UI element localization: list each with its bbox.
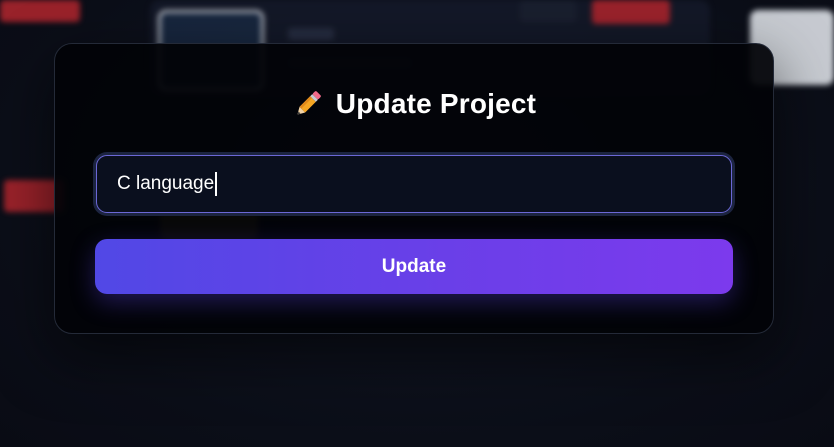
modal-title-text: Update Project: [335, 88, 537, 119]
project-name-input[interactable]: C language: [96, 155, 732, 213]
update-project-modal: Update Project C language Update: [54, 43, 774, 334]
pencil-icon: [292, 88, 324, 120]
text-caret: [215, 172, 217, 196]
project-name-field: C language: [93, 152, 735, 216]
bg-edit-button: [520, 0, 576, 22]
app-page: Update Project C language Update: [0, 0, 834, 447]
project-name-value: C language: [117, 173, 215, 194]
bg-delete-button: [0, 0, 80, 22]
bg-delete-button: [592, 0, 670, 24]
modal-title: Update Project: [55, 88, 773, 120]
update-button[interactable]: Update: [95, 239, 733, 294]
bg-project-title: [288, 28, 334, 40]
